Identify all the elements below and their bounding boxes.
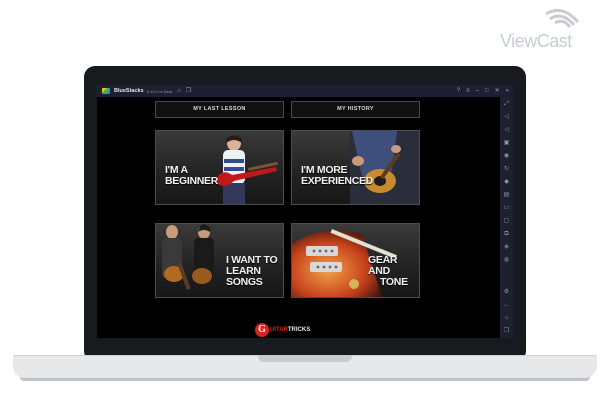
app-version: 5.10.0.xx Beta: [146, 88, 173, 94]
broadcast-waves-icon: [545, 8, 580, 28]
help-icon[interactable]: ?: [457, 88, 460, 94]
window-controls: ? ≡ – □ ✕ «: [457, 88, 509, 94]
tile-beginner[interactable]: I'M A BEGINNER: [155, 130, 284, 205]
volume-down-icon[interactable]: ◁: [503, 127, 510, 134]
multi-instance-icon[interactable]: ❐: [186, 88, 191, 94]
copy-icon[interactable]: ⧉: [503, 231, 510, 238]
rotate-icon[interactable]: ↻: [503, 166, 510, 173]
back-icon[interactable]: ←: [503, 302, 510, 309]
tile-gear-and-tone-line2: TONE: [380, 276, 408, 288]
tile-beginner-label: I'M A BEGINNER: [165, 165, 218, 187]
viewcast-wordmark: ViewCast: [500, 31, 572, 51]
laptop-notch: [258, 355, 352, 362]
screenshot-icon[interactable]: ◉: [503, 153, 510, 160]
menu-icon[interactable]: ≡: [466, 88, 470, 94]
fullscreen-icon[interactable]: ⤢: [503, 101, 510, 108]
apk-icon[interactable]: ▤: [503, 192, 510, 199]
folder-icon[interactable]: ▭: [503, 205, 510, 212]
guitar-tricks-g-icon: G: [255, 323, 269, 337]
folder-icon[interactable]: ▢: [503, 218, 510, 225]
home-icon[interactable]: ⌂: [503, 315, 510, 322]
layers-icon[interactable]: ◈: [503, 244, 510, 251]
minimize-icon[interactable]: –: [476, 88, 479, 94]
tile-experienced-line2: EXPERIENCED: [301, 175, 373, 187]
guitar-tricks-wordmark: UITARTRICKS: [270, 327, 310, 333]
my-history-button[interactable]: MY HISTORY: [291, 101, 420, 118]
media-icon[interactable]: ▣: [503, 140, 510, 147]
tile-beginner-line2: BEGINNER: [165, 175, 219, 187]
viewcast-logo: ViewCast: [500, 4, 596, 51]
tile-gear-and-tone-line1: GEAR AND: [368, 254, 398, 277]
tile-gear-and-tone-label: GEAR AND TONE: [368, 255, 419, 288]
tile-experienced[interactable]: I'M MORE EXPERIENCED: [291, 130, 420, 205]
tile-gear-and-tone[interactable]: GEAR AND TONE: [291, 223, 420, 298]
guitar-tricks-app: MY LAST LESSON MY HISTORY I'M A BEGINNER: [97, 97, 500, 338]
bluestacks-logo-icon: [102, 88, 110, 94]
app-title: BlueStacks: [114, 88, 144, 94]
my-last-lesson-button[interactable]: MY LAST LESSON: [155, 101, 284, 118]
tile-learn-songs-line2: LEARN SONGS: [226, 265, 263, 288]
collapse-icon[interactable]: «: [506, 88, 509, 94]
recent-apps-icon[interactable]: ❐: [503, 328, 510, 335]
bluestacks-titlebar: BlueStacks 5.10.0.xx Beta ⌂ ❐ ? ≡ – □ ✕ …: [97, 85, 513, 97]
gamepad-icon[interactable]: ◆: [503, 179, 510, 186]
close-icon[interactable]: ✕: [495, 88, 500, 94]
laptop-screen: BlueStacks 5.10.0.xx Beta ⌂ ❐ ? ≡ – □ ✕ …: [97, 85, 513, 338]
tile-learn-songs[interactable]: I WANT TO LEARN SONGS: [155, 223, 284, 298]
home-icon[interactable]: ⌂: [177, 88, 181, 94]
volume-up-icon[interactable]: ◁: [503, 114, 510, 121]
logo-part-b: TRICKS: [287, 327, 311, 333]
bluestacks-sidebar: ⤢ ◁ ◁ ▣ ◉ ↻ ◆ ▤ ▭ ▢ ⧉ ◈ ◍ ⚙ ← ⌂ ❐: [500, 97, 513, 338]
guitar-tricks-logo: G UITARTRICKS: [255, 322, 310, 338]
tile-learn-songs-label: I WANT TO LEARN SONGS: [226, 255, 283, 288]
tile-experienced-label: I'M MORE EXPERIENCED: [301, 165, 373, 187]
logo-part-a: UITAR: [270, 327, 288, 333]
eco-icon[interactable]: ◍: [503, 257, 510, 264]
settings-icon[interactable]: ⚙: [503, 289, 510, 296]
restore-icon[interactable]: □: [485, 88, 489, 94]
